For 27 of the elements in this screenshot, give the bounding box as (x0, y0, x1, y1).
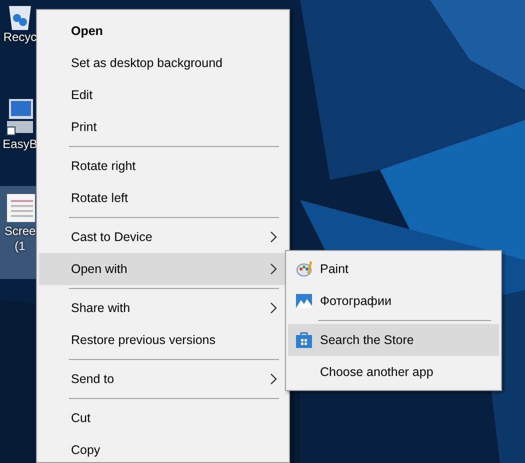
desktop-icon[interactable]: EasyB (0, 93, 40, 186)
menu-item[interactable]: Cast to Device (39, 221, 287, 253)
icon-label: (1 (14, 239, 26, 254)
desktop-icon[interactable]: Recyc (0, 0, 40, 93)
icon-label: Scree (4, 224, 36, 239)
menu-item[interactable]: Copy (39, 434, 287, 462)
menu-item[interactable]: Rotate right (39, 150, 287, 182)
menu-item[interactable]: Open (39, 15, 287, 47)
mountain-picture-icon (296, 294, 312, 308)
menu-item[interactable]: Restore previous versions (39, 324, 287, 356)
computer-icon (5, 97, 35, 137)
menu-item[interactable]: Send to (39, 363, 287, 395)
menu-item[interactable]: Rotate left (39, 182, 287, 214)
menu-item[interactable]: Print (39, 111, 287, 143)
menu-item[interactable]: Set as desktop background (39, 47, 287, 79)
menu-item[interactable]: Choose another app (288, 356, 499, 388)
menu-item[interactable]: Open with (39, 253, 287, 285)
menu-item[interactable]: Search the Store (288, 324, 499, 356)
menu-item[interactable]: Edit (39, 79, 287, 111)
menu-item[interactable]: Фотографии (288, 285, 499, 317)
menu-item[interactable]: Paint (288, 253, 499, 285)
icon-label: EasyB (2, 137, 38, 152)
menu-item[interactable]: Cut (39, 402, 287, 434)
shopping-bag-icon (296, 332, 312, 348)
menu-item[interactable]: Share with (39, 292, 287, 324)
icon-label: Recyc (3, 30, 37, 45)
palette-icon (296, 260, 314, 278)
